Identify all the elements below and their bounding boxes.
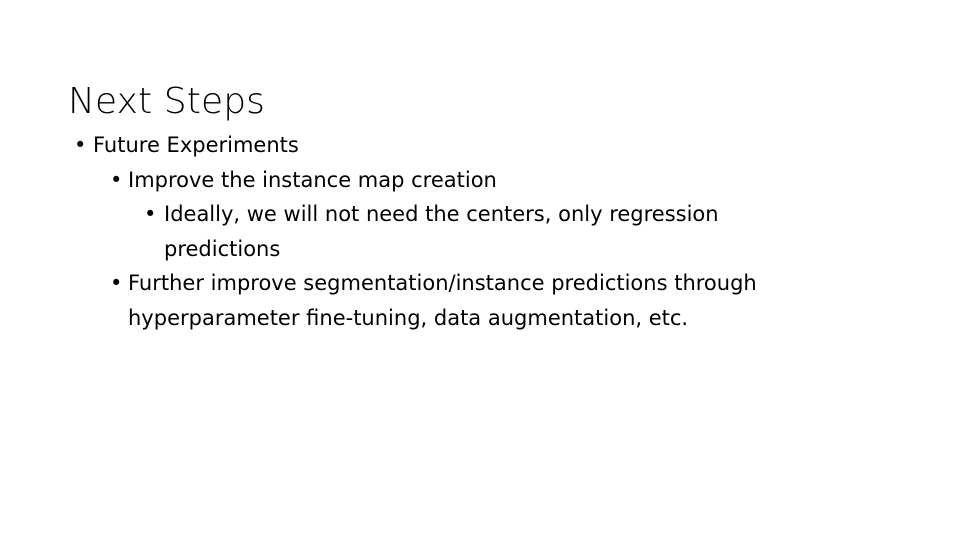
bullet-icon: • [110,271,123,295]
list-item-label: Future Experiments [93,133,299,157]
list-item-label: Further improve segmentation/instance pr… [128,271,757,330]
bullet-list: • Future Experiments • Improve the insta… [0,128,960,335]
bullet-icon: • [110,167,123,192]
list-item-label: Ideally, we will not need the centers, o… [164,202,719,261]
bullet-icon: • [74,133,87,157]
slide-canvas: Next Steps • Future Experiments • Improv… [0,0,960,540]
list-item-label: Improve the instance map creation [128,167,497,192]
list-item: • Improve the instance map creation [0,163,960,198]
page-title: Next Steps [68,81,266,123]
bullet-icon: • [144,202,157,226]
list-item: • Ideally, we will not need the centers,… [0,197,960,266]
list-item: • Further improve segmentation/instance … [0,266,960,335]
list-item: • Future Experiments [0,128,960,163]
